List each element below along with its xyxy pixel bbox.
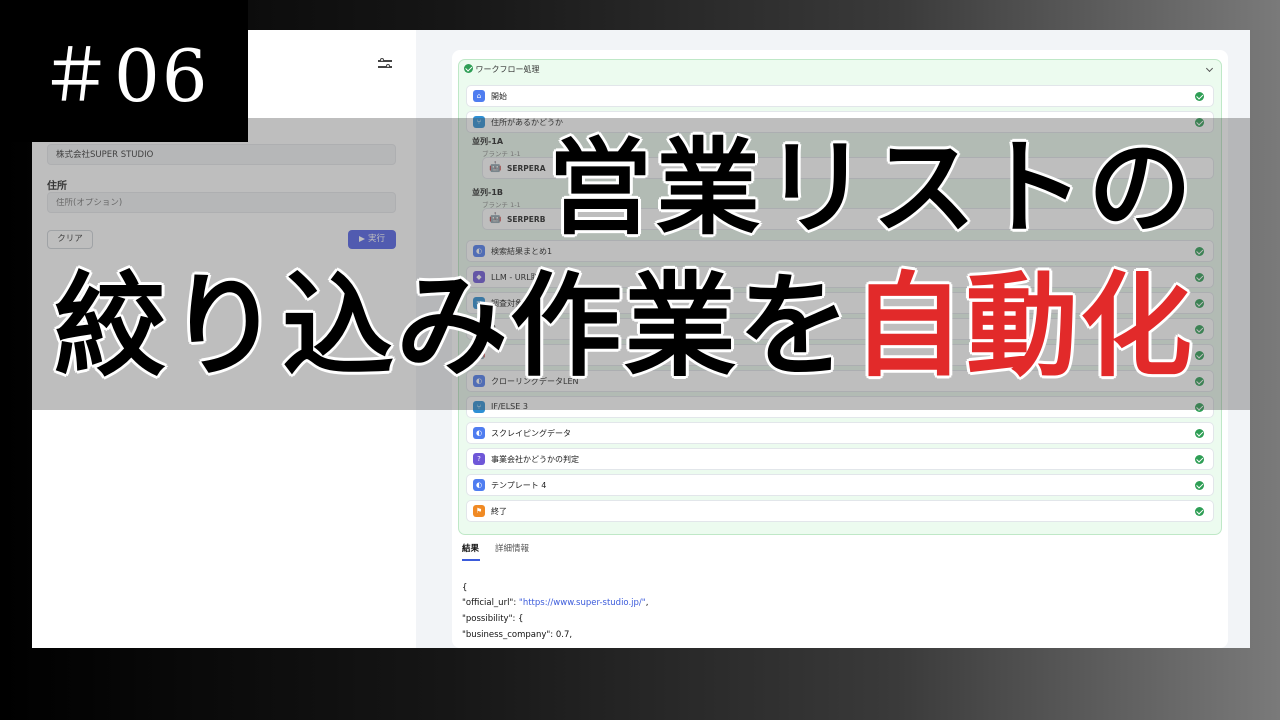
step-label: スクレイピングデータ	[491, 429, 571, 438]
check-icon	[1195, 92, 1204, 101]
json-line: "official_url": "https://www.super-studi…	[462, 598, 648, 608]
workflow-step[interactable]: ⚑ 終了	[466, 500, 1214, 522]
workflow-step[interactable]: ◐ テンプレート 4	[466, 474, 1214, 496]
title-line-1: 営業リストの	[548, 126, 1197, 249]
json-key: "official_url":	[462, 598, 519, 608]
step-label: 事業会社かどうかの判定	[491, 455, 579, 464]
workflow-header-label: ワークフロー処理	[475, 65, 540, 74]
episode-number: ＃06	[40, 34, 210, 118]
check-icon	[1195, 481, 1204, 490]
title-line-2-prefix: 絞り込み作業を	[54, 261, 852, 392]
check-icon	[464, 64, 473, 73]
workflow-step[interactable]: ◐ スクレイピングデータ	[466, 422, 1214, 444]
step-label: 終了	[491, 507, 507, 516]
json-punct: ,	[645, 598, 649, 608]
title-line-2: 絞り込み作業を自動化	[54, 262, 1194, 392]
check-icon	[1195, 507, 1204, 516]
template-icon: ◐	[473, 427, 485, 439]
check-icon	[1195, 429, 1204, 438]
step-label: 開始	[491, 92, 507, 101]
workflow-step[interactable]: ⌂ 開始	[466, 85, 1214, 107]
tab-result[interactable]: 結果	[462, 542, 479, 554]
step-label: テンプレート 4	[491, 481, 547, 490]
title-line-2-accent: 自動化	[852, 261, 1194, 392]
json-line: "possibility": {	[462, 614, 524, 624]
question-icon: ?	[473, 453, 485, 465]
end-icon: ⚑	[473, 505, 485, 517]
template-icon: ◐	[473, 479, 485, 491]
workflow-header[interactable]: ワークフロー処理	[464, 64, 540, 75]
active-tab-indicator	[462, 559, 480, 561]
check-icon	[1195, 455, 1204, 464]
settings-sliders-icon[interactable]	[378, 58, 392, 70]
json-line: "business_company": 0.7,	[462, 630, 573, 640]
json-line: {	[462, 583, 468, 593]
tab-details[interactable]: 詳細情報	[495, 542, 529, 554]
json-url-value[interactable]: "https://www.super-studio.jp/"	[519, 598, 646, 608]
workflow-step[interactable]: ? 事業会社かどうかの判定	[466, 448, 1214, 470]
home-icon: ⌂	[473, 90, 485, 102]
episode-badge: ＃06	[0, 0, 248, 142]
